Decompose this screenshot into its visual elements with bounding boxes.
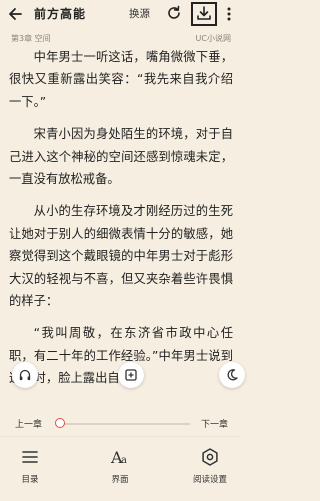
font-icon: A a <box>110 448 127 467</box>
add-bookmark-button[interactable] <box>118 362 144 388</box>
back-arrow-icon[interactable] <box>4 3 26 25</box>
top-bar: 前方高能 换源 <box>0 0 240 28</box>
menu-icon <box>22 451 38 463</box>
paragraph: 宋青小因为身处陌生的环境，对于自己进入这个神秘的空间还感到惊魂未定，一直没有放松… <box>9 127 233 187</box>
chapter-progress: 上一章 下一章 <box>0 412 240 436</box>
book-title: 前方高能 <box>34 7 87 21</box>
svg-text:a: a <box>121 455 127 466</box>
listen-button[interactable] <box>12 362 38 388</box>
prev-chapter-button[interactable]: 上一章 <box>15 417 42 430</box>
chapter-label: 第3章 空间 <box>11 34 51 43</box>
bookmark-add-icon <box>125 369 137 381</box>
reading-content: 中年男士一听这话，嘴角微微下垂，很快又重新露出笑容：“我先来自我介绍一下。” 宋… <box>9 46 233 400</box>
refresh-icon[interactable] <box>165 4 183 22</box>
night-mode-icon <box>227 369 238 381</box>
headphones-icon <box>19 369 31 381</box>
tab-interface-label: 界面 <box>111 475 129 485</box>
change-source-button[interactable]: 换源 <box>129 6 150 21</box>
download-icon <box>197 6 211 20</box>
tab-catalog[interactable]: 目录 <box>0 447 60 485</box>
tab-interface[interactable]: A a 界面 <box>90 447 150 485</box>
more-vertical-icon[interactable] <box>224 4 234 24</box>
paragraph: 中年男士一听这话，嘴角微微下垂，很快又重新露出笑容：“我先来自我介绍一下。” <box>9 50 233 109</box>
night-mode-button[interactable] <box>219 362 245 388</box>
tab-reading-settings[interactable]: 阅读设置 <box>180 447 240 485</box>
source-label: UC小说网 <box>195 34 231 43</box>
bottom-nav: 目录 A a 界面 阅读设置 <box>0 436 240 501</box>
tab-catalog-label: 目录 <box>21 475 39 485</box>
tab-reading-settings-label: 阅读设置 <box>192 475 227 485</box>
paragraph: 从小的生存环境及才刚经历过的生死让她对于别人的细微表情十分的敏感，她察觉得到这个… <box>9 204 233 309</box>
settings-icon <box>202 448 218 466</box>
download-button[interactable] <box>191 2 217 26</box>
progress-track[interactable] <box>60 423 190 425</box>
next-chapter-button[interactable]: 下一章 <box>201 417 228 430</box>
progress-thumb[interactable] <box>55 418 65 428</box>
